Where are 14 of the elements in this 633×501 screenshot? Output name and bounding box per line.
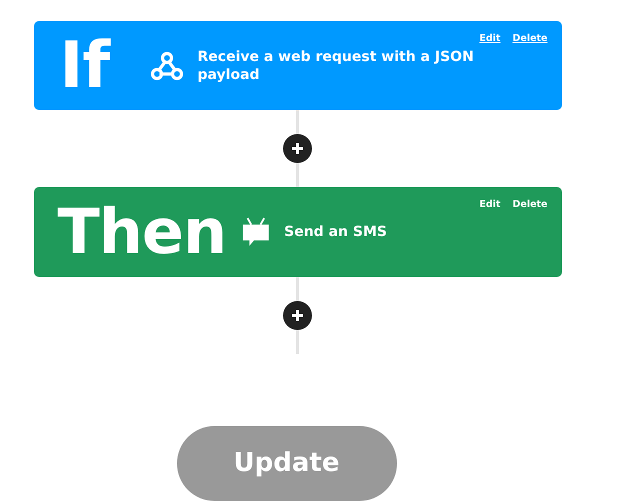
webhook-icon <box>150 50 184 82</box>
plus-icon <box>291 308 304 322</box>
step-description: Send an SMS <box>284 222 388 241</box>
chat-bubble-icon <box>242 216 270 248</box>
delete-link[interactable]: Delete <box>512 199 548 210</box>
delete-link[interactable]: Delete <box>512 33 548 44</box>
plus-icon <box>291 142 304 156</box>
add-step-button[interactable] <box>283 134 312 164</box>
step-keyword: If <box>60 34 112 98</box>
step-keyword: Then <box>58 200 228 263</box>
edit-link[interactable]: Edit <box>479 33 500 44</box>
edit-link[interactable]: Edit <box>479 199 500 210</box>
step-description: Receive a web request with a JSON payload <box>198 48 475 84</box>
add-step-button[interactable] <box>283 300 312 330</box>
